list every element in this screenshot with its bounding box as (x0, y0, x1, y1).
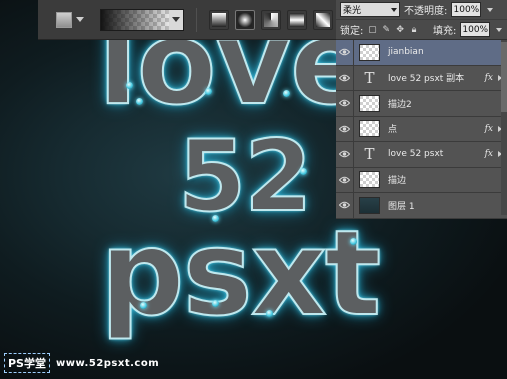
radial-gradient-icon (238, 12, 252, 27)
blend-mode-select[interactable]: 柔光 (340, 2, 400, 17)
eye-icon[interactable] (336, 192, 354, 218)
fill-field[interactable]: 100% (460, 22, 491, 37)
layer-list: jianbian Tlove 52 psxt 副本 fx 描边2 点 fx Tlove 52… (336, 39, 507, 219)
chevron-down-icon (391, 7, 397, 12)
layer-row[interactable]: 描边 (336, 167, 507, 193)
tool-preset-picker[interactable] (56, 9, 90, 31)
layer-thumbnail[interactable] (359, 120, 380, 138)
linear-gradient-icon (212, 12, 226, 27)
layer-row[interactable]: Tlove 52 psxt 副本 fx (336, 65, 507, 91)
lock-all-icon[interactable]: 🔒︎ (409, 25, 419, 35)
layer-effects-badge[interactable]: fx (485, 73, 493, 83)
radial-gradient-button[interactable] (235, 9, 255, 30)
lock-fill-row: 锁定: ▢ ✎ ✥ 🔒︎ 填充: 100% (336, 20, 507, 40)
blend-mode-value: 柔光 (343, 6, 362, 16)
divider (196, 7, 197, 32)
eye-icon[interactable] (336, 167, 354, 193)
watermark: PS学堂 www.52psxt.com (4, 352, 159, 374)
rivet-dot (136, 98, 143, 105)
rivet-dot (266, 310, 273, 317)
lock-transparency-icon[interactable]: ▢ (367, 25, 377, 35)
opacity-field[interactable]: 100% (451, 2, 482, 17)
eye-icon[interactable] (336, 39, 354, 65)
layer-thumbnail[interactable] (359, 94, 380, 112)
layer-row[interactable]: 描边2 (336, 90, 507, 117)
fill-label: 填充: (433, 26, 457, 37)
layer-name[interactable]: 图层 1 (388, 199, 415, 212)
diamond-gradient-button[interactable] (313, 9, 333, 30)
rivet-dot (205, 88, 212, 95)
watermark-url: www.52psxt.com (55, 357, 160, 369)
rivet-dot (212, 215, 219, 222)
layer-row[interactable]: Tlove 52 psxt fx (336, 141, 507, 168)
rivet-dot (126, 82, 133, 89)
lock-label: 锁定: (340, 26, 364, 37)
chevron-down-icon (495, 27, 502, 32)
layer-name[interactable]: love 52 psxt (388, 149, 443, 159)
blend-opacity-row: 柔光 不透明度: 100% (336, 0, 507, 20)
layers-scrollbar[interactable] (501, 40, 507, 215)
diamond-gradient-icon (316, 12, 330, 27)
chevron-down-icon (76, 17, 84, 22)
layer-effects-badge[interactable]: fx (485, 149, 493, 159)
rivet-dot (212, 300, 219, 307)
eye-icon[interactable] (336, 90, 354, 116)
eye-icon[interactable] (336, 141, 354, 167)
lock-image-icon[interactable]: ✎ (381, 25, 391, 35)
opacity-slider-toggle[interactable] (485, 2, 494, 17)
chevron-down-icon (172, 17, 180, 22)
rivet-dot (283, 90, 290, 97)
layer-name[interactable]: 描边2 (388, 97, 412, 110)
text-layer-icon[interactable]: T (359, 69, 380, 87)
layer-effects-badge[interactable]: fx (485, 124, 493, 134)
layer-name[interactable]: 点 (388, 122, 397, 135)
artwork-text-line-3: psxt (99, 204, 382, 342)
reflected-gradient-button[interactable] (287, 9, 307, 30)
layer-thumbnail[interactable] (359, 43, 380, 61)
eye-icon[interactable] (336, 65, 354, 91)
watermark-logo: PS学堂 (4, 353, 50, 373)
layer-row[interactable]: 点 fx (336, 116, 507, 142)
gradient-preview (101, 9, 169, 30)
gradient-tool-icon (56, 11, 72, 28)
layers-panel: 柔光 不透明度: 100% 锁定: ▢ ✎ ✥ 🔒︎ 填充: 100% jian… (336, 0, 507, 219)
layer-name[interactable]: jianbian (388, 47, 424, 57)
layer-thumbnail[interactable] (359, 171, 380, 189)
angle-gradient-button[interactable] (261, 9, 281, 30)
layer-row[interactable]: 图层 1 (336, 192, 507, 219)
rivet-dot (140, 302, 147, 309)
options-bar (38, 0, 338, 40)
scrollbar-thumb[interactable] (501, 42, 507, 112)
lock-position-icon[interactable]: ✥ (395, 25, 405, 35)
linear-gradient-button[interactable] (209, 9, 229, 30)
reflected-gradient-icon (290, 12, 304, 27)
rivet-dot (350, 238, 357, 245)
layer-thumbnail[interactable] (359, 196, 380, 214)
rivet-dot (300, 168, 307, 175)
gradient-dropdown-button[interactable] (169, 9, 183, 30)
text-layer-icon[interactable]: T (359, 145, 380, 163)
eye-icon[interactable] (336, 116, 354, 142)
fill-slider-toggle[interactable] (494, 22, 503, 37)
opacity-label: 不透明度: (404, 6, 448, 17)
layer-row[interactable]: jianbian (336, 39, 507, 66)
layer-name[interactable]: 描边 (388, 173, 406, 186)
chevron-down-icon (486, 7, 493, 12)
gradient-picker[interactable] (100, 8, 184, 31)
angle-gradient-icon (264, 12, 278, 27)
layer-name[interactable]: love 52 psxt 副本 (388, 71, 464, 84)
